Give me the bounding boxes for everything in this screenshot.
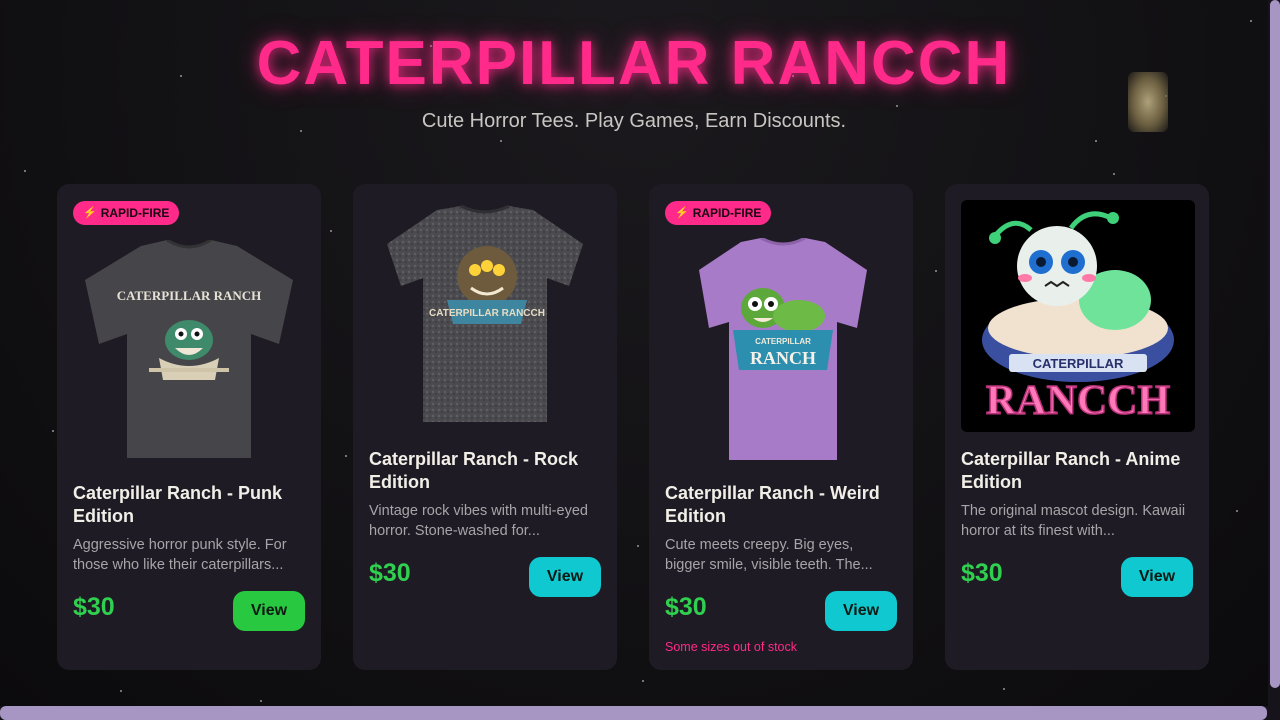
lightning-icon: ⚡	[83, 207, 97, 219]
scrollbar-corner	[1268, 706, 1280, 720]
weird-tshirt-image[interactable]: CATERPILLAR RANCH	[697, 238, 869, 462]
product-description: Vintage rock vibes with multi-eyed horro…	[369, 503, 588, 539]
punk-shirt-print-text: CATERPILLAR RANCH	[117, 288, 262, 303]
horizontal-scrollbar-thumb[interactable]	[0, 706, 1267, 720]
anime-mascot-image[interactable]: CATERPILLAR RANCCH	[961, 200, 1195, 432]
product-title[interactable]: Caterpillar Ranch - Rock Edition	[369, 448, 603, 494]
star-dot	[1236, 510, 1238, 512]
product-price: $30	[369, 559, 411, 587]
product-price: $30	[73, 593, 115, 621]
star-dot	[642, 680, 644, 682]
stock-warning: Some sizes out of stock	[665, 640, 798, 654]
page-background: CATERPILLAR RANCCH Cute Horror Tees. Pla…	[0, 0, 1268, 706]
vertical-scrollbar[interactable]	[1268, 0, 1280, 706]
star-dot	[345, 455, 347, 457]
rapid-fire-badge: ⚡ RAPID-FIRE	[665, 201, 772, 225]
star-dot	[260, 700, 262, 702]
glowing-lantern-icon	[1128, 72, 1168, 132]
punk-tshirt-image[interactable]: CATERPILLAR RANCH	[79, 240, 299, 460]
star-dot	[1003, 688, 1005, 690]
product-title[interactable]: Caterpillar Ranch - Anime Edition	[961, 448, 1195, 494]
rapid-fire-badge: ⚡ RAPID-FIRE	[73, 201, 180, 225]
product-description: The original mascot design. Kawaii horro…	[961, 503, 1186, 539]
site-title: CATERPILLAR RANCCH	[256, 29, 1012, 98]
star-dot	[896, 105, 898, 107]
view-button[interactable]: View	[529, 557, 601, 597]
star-dot	[1250, 20, 1252, 22]
product-description: Cute meets creepy. Big eyes, bigger smil…	[665, 537, 873, 573]
product-description: Aggressive horror punk style. For those …	[73, 537, 287, 573]
view-button[interactable]: View	[825, 591, 897, 631]
weird-shirt-print-text-top: CATERPILLAR	[755, 337, 811, 346]
product-card-weird[interactable]: ⚡ RAPID-FIRE CATERPILLAR RANCH Caterpill…	[649, 184, 913, 670]
star-dot	[637, 545, 639, 547]
site-subtitle: Cute Horror Tees. Play Games, Earn Disco…	[421, 110, 847, 132]
star-dot	[52, 430, 54, 432]
horizontal-scrollbar[interactable]	[0, 706, 1268, 720]
vertical-scrollbar-thumb[interactable]	[1270, 0, 1280, 688]
anime-print-text-bottom: RANCCH	[986, 378, 1170, 424]
product-price: $30	[665, 593, 707, 621]
lightning-icon: ⚡	[675, 207, 689, 219]
view-button[interactable]: View	[1121, 557, 1193, 597]
star-dot	[500, 140, 502, 142]
product-price: $30	[961, 559, 1003, 587]
star-dot	[1095, 140, 1097, 142]
view-button[interactable]: View	[233, 591, 305, 631]
star-dot	[935, 270, 937, 272]
weird-shirt-print-text-bottom: RANCH	[750, 348, 816, 368]
rock-tshirt-image[interactable]: CATERPILLAR RANCCH	[383, 204, 587, 426]
star-dot	[24, 170, 26, 172]
star-dot	[330, 230, 332, 232]
anime-print-text-top: CATERPILLAR	[1033, 356, 1124, 371]
product-title[interactable]: Caterpillar Ranch - Punk Edition	[73, 482, 307, 528]
star-dot	[1113, 173, 1115, 175]
product-title[interactable]: Caterpillar Ranch - Weird Edition	[665, 482, 899, 528]
product-card-punk[interactable]: ⚡ RAPID-FIRE CATERPILLAR RANCH Caterpill…	[57, 184, 321, 670]
rock-shirt-print-text: CATERPILLAR RANCCH	[429, 308, 545, 319]
star-dot	[120, 690, 122, 692]
product-card-anime[interactable]: CATERPILLAR RANCCH Caterpillar Ranch - A…	[945, 184, 1209, 670]
product-card-rock[interactable]: CATERPILLAR RANCCH Caterpillar Ranch - R…	[353, 184, 617, 670]
